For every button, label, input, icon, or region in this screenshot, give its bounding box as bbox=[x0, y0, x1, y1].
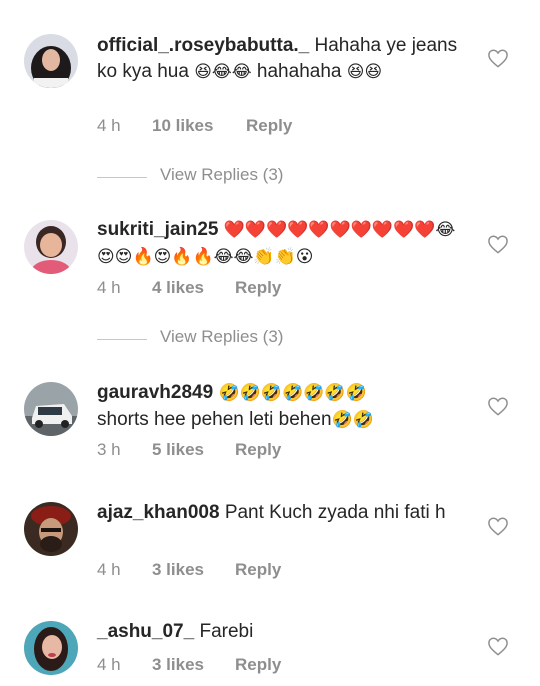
comment-time: 4 h bbox=[97, 655, 121, 674]
comment-username[interactable]: ajaz_khan008 bbox=[97, 502, 220, 523]
comment-emoji: 🤣🤣🤣🤣🤣🤣🤣 bbox=[218, 383, 367, 403]
comment-body: ajaz_khan008 Pant Kuch zyada nhi fati h bbox=[97, 500, 469, 526]
comment-time: 4 h bbox=[97, 278, 121, 297]
heart-outline-icon[interactable] bbox=[487, 636, 509, 656]
view-replies-button[interactable]: View Replies (3) bbox=[97, 327, 397, 351]
comment-text-continued: hahahaha bbox=[256, 60, 342, 82]
comment-likes[interactable]: 3 likes bbox=[152, 560, 204, 580]
comment-text: Farebi bbox=[199, 621, 254, 642]
comment-likes[interactable]: 10 likes bbox=[152, 116, 213, 136]
reply-button[interactable]: Reply bbox=[246, 116, 292, 136]
view-replies-label: View Replies (3) bbox=[160, 327, 284, 346]
comment-likes[interactable]: 5 likes bbox=[152, 440, 204, 460]
comment-emoji-continued: 😆😆 bbox=[346, 61, 383, 82]
comment-likes[interactable]: 3 likes bbox=[152, 655, 204, 675]
comment-body: sukriti_jain25 ❤️❤️❤️❤️❤️❤️❤️❤️❤️❤️😂😍😍🔥😍… bbox=[97, 217, 469, 270]
comment-body: _ashu_07_ Farebi bbox=[97, 619, 469, 645]
heart-outline-icon[interactable] bbox=[487, 48, 509, 68]
reply-button[interactable]: Reply bbox=[235, 440, 281, 460]
heart-outline-icon[interactable] bbox=[487, 234, 509, 254]
avatar[interactable] bbox=[24, 502, 78, 556]
comment-text: Pant Kuch zyada nhi fati h bbox=[224, 502, 446, 523]
comment-emoji: 😆😂😂 bbox=[194, 61, 252, 82]
reply-button[interactable]: Reply bbox=[235, 560, 281, 580]
view-replies-label: View Replies (3) bbox=[160, 165, 284, 184]
comment-body: official_.roseybabutta._ Hahaha ye jeans… bbox=[97, 33, 469, 85]
avatar[interactable] bbox=[24, 34, 78, 88]
comment-text: shorts hee pehen leti behen bbox=[97, 408, 332, 430]
comment-emoji-continued: 🤣🤣 bbox=[331, 409, 374, 430]
avatar[interactable] bbox=[24, 382, 78, 436]
comment-time: 4 h bbox=[97, 116, 121, 135]
divider bbox=[97, 339, 147, 340]
heart-outline-icon[interactable] bbox=[487, 396, 509, 416]
avatar[interactable] bbox=[24, 621, 78, 675]
reply-button[interactable]: Reply bbox=[235, 278, 281, 298]
heart-outline-icon[interactable] bbox=[487, 516, 509, 536]
comment-username[interactable]: sukriti_jain25 bbox=[97, 219, 218, 240]
view-replies-button[interactable]: View Replies (3) bbox=[97, 165, 397, 189]
avatar[interactable] bbox=[24, 220, 78, 274]
comment-username[interactable]: _ashu_07_ bbox=[97, 621, 194, 642]
comment-username[interactable]: gauravh2849 bbox=[97, 382, 213, 403]
comment-body: gauravh2849 🤣🤣🤣🤣🤣🤣🤣 shorts hee pehen let… bbox=[97, 380, 469, 433]
comment-likes[interactable]: 4 likes bbox=[152, 278, 204, 298]
comment-username[interactable]: official_.roseybabutta._ bbox=[97, 35, 309, 56]
reply-button[interactable]: Reply bbox=[235, 655, 281, 675]
comment-time: 3 h bbox=[97, 440, 121, 459]
divider bbox=[97, 177, 147, 178]
comment-time: 4 h bbox=[97, 560, 121, 579]
